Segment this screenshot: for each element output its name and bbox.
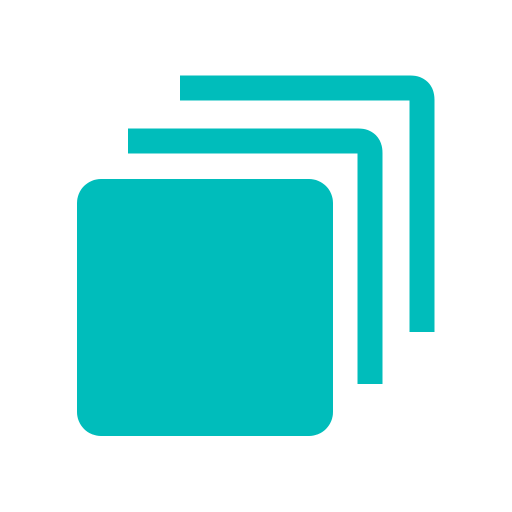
stacked-layers-icon — [77, 75, 435, 436]
icon-canvas — [0, 0, 512, 512]
front-layer-square — [77, 179, 333, 436]
